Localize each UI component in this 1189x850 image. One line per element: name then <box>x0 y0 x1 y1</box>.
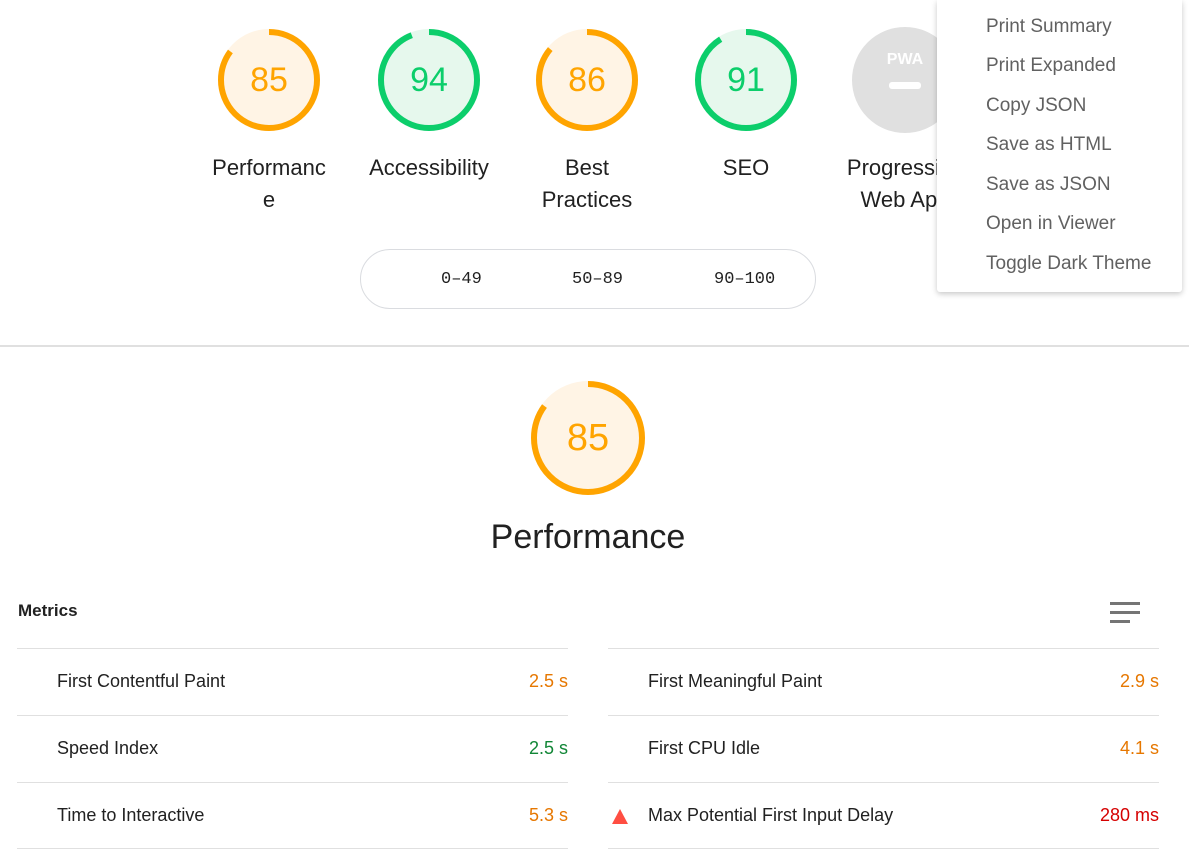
metric-name: First Meaningful Paint <box>648 671 823 691</box>
gauge-performance[interactable]: 85 Performanc e <box>204 26 334 216</box>
legend-pass: 90–100 <box>714 270 776 289</box>
metric-value: 280 ms <box>1099 805 1159 825</box>
metric-name: First Contentful Paint <box>57 671 226 691</box>
gauge-label: SEO <box>722 155 770 180</box>
menu-print-summary[interactable]: Print Summary <box>986 16 1112 38</box>
gauge-score: 91 <box>727 61 765 99</box>
metric-name: Time to Interactive <box>57 805 205 825</box>
metric-value: 2.9 s <box>1119 671 1159 691</box>
gauge-seo[interactable]: 91 SEO <box>681 26 811 184</box>
metric-value: 4.1 s <box>1119 738 1159 758</box>
lines-icon[interactable] <box>1110 602 1140 624</box>
gauge-label: Accessibility <box>369 155 489 180</box>
gauge-label: Best Practices <box>541 155 633 212</box>
gauge-circle: 91 <box>692 26 800 134</box>
metric-value: 2.5 s <box>528 738 568 758</box>
metric-first-cpu-idle: First CPU Idle 4.1 s <box>608 715 1159 782</box>
metric-name: First CPU Idle <box>648 738 761 758</box>
legend-average: 50–89 <box>572 270 624 289</box>
metric-name: Speed Index <box>57 738 159 758</box>
gauge-circle: 94 <box>375 26 483 134</box>
gauge-accessibility[interactable]: 94 Accessibility <box>364 26 494 184</box>
warning-triangle-icon <box>612 809 628 824</box>
gauge-circle: 85 <box>215 26 323 134</box>
metrics-heading: Metrics <box>18 601 78 620</box>
gauge-circle: 86 <box>533 26 641 134</box>
gauge-score: 86 <box>568 61 606 99</box>
score-scale-legend: 0–49 50–89 90–100 <box>360 249 816 309</box>
legend-fail: 0–49 <box>441 270 482 289</box>
metric-speed-index: Speed Index 2.5 s <box>17 715 568 782</box>
performance-score: 85 <box>566 417 610 459</box>
performance-title: Performance <box>490 518 686 556</box>
metric-name: Max Potential First Input Delay <box>648 805 894 825</box>
section-divider <box>0 345 1189 347</box>
gauge-score: 94 <box>410 61 448 99</box>
metric-value: 2.5 s <box>528 671 568 691</box>
metrics-bottom-border <box>608 848 1159 849</box>
metric-time-to-interactive: Time to Interactive 5.3 s <box>17 782 568 849</box>
menu-copy-json[interactable]: Copy JSON <box>986 95 1086 117</box>
metric-value: 5.3 s <box>528 805 568 825</box>
pwa-badge-text: PWA <box>887 51 924 68</box>
menu-print-expanded[interactable]: Print Expanded <box>986 55 1116 77</box>
gauge-score: 85 <box>250 61 288 99</box>
gauge-best-practices[interactable]: 86 Best Practices <box>522 26 652 216</box>
menu-save-html[interactable]: Save as HTML <box>986 134 1112 156</box>
menu-save-json[interactable]: Save as JSON <box>986 174 1111 196</box>
metrics-bottom-border <box>17 848 568 849</box>
gauge-label: Performanc e <box>212 155 326 212</box>
metric-first-contentful-paint: First Contentful Paint 2.5 s <box>17 648 568 715</box>
menu-open-viewer[interactable]: Open in Viewer <box>986 213 1116 235</box>
performance-gauge: 85 <box>528 378 648 498</box>
metric-max-potential-fid: Max Potential First Input Delay 280 ms <box>608 782 1159 849</box>
tools-dropdown-menu: Print Summary Print Expanded Copy JSON S… <box>937 0 1182 292</box>
metric-first-meaningful-paint: First Meaningful Paint 2.9 s <box>608 648 1159 715</box>
menu-toggle-dark-theme[interactable]: Toggle Dark Theme <box>986 253 1151 275</box>
